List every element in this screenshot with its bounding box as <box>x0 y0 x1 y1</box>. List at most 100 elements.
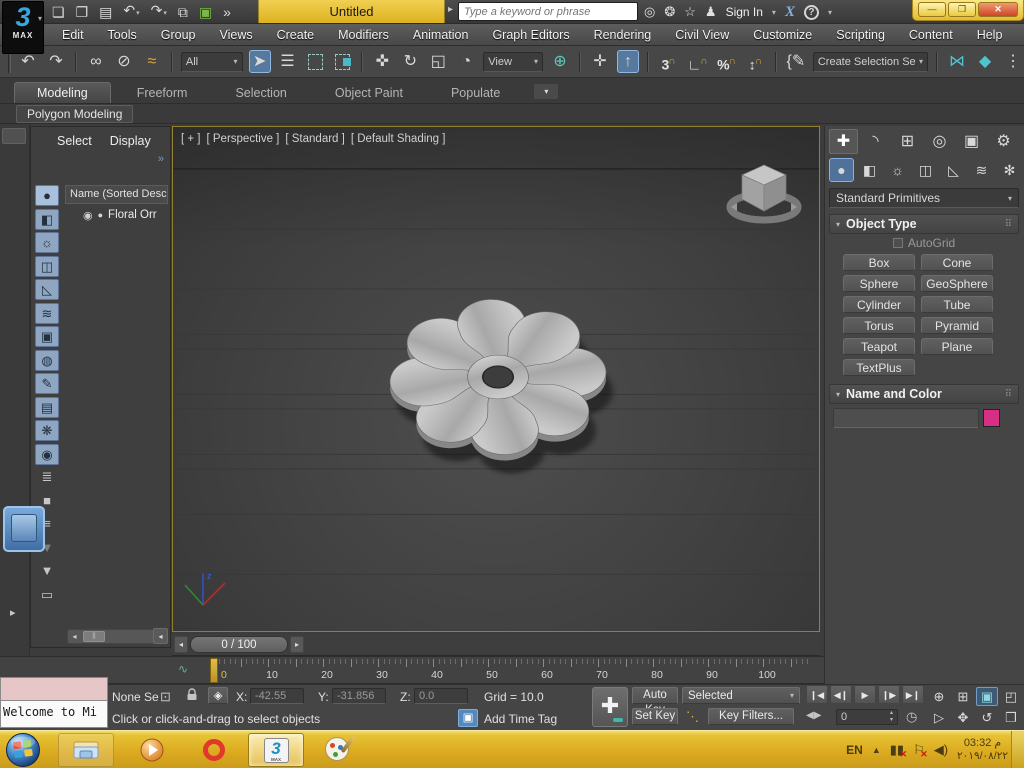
spinner-carets[interactable]: ▴ ▾ <box>886 709 897 725</box>
title-flyout-icon[interactable]: ▸ <box>448 4 453 15</box>
align-icon[interactable]: ◆ <box>974 50 996 73</box>
time-tag-cube-icon[interactable]: ▣ <box>458 709 478 727</box>
lights-category-icon[interactable]: ☼ <box>885 158 910 182</box>
display-containers-icon[interactable]: ▤ <box>35 396 59 418</box>
primitive-button-textplus[interactable]: TextPlus <box>843 359 915 376</box>
systems-category-icon[interactable]: ✻ <box>997 158 1022 182</box>
favorites-star-icon[interactable]: ☆ <box>684 4 696 20</box>
list-view-icon[interactable]: ≣ <box>35 467 59 487</box>
play-icon[interactable]: ▶ <box>854 685 876 704</box>
previous-frame-icon[interactable]: ◀❙ <box>830 685 852 704</box>
time-configuration-icon[interactable]: ◷ <box>906 709 917 725</box>
display-shapes-icon[interactable]: ◧ <box>35 208 59 230</box>
help-icon[interactable]: ? <box>803 4 819 20</box>
current-frame-marker[interactable] <box>210 658 218 683</box>
signin-caret-icon[interactable]: ▾ <box>772 8 776 17</box>
primitive-type-dropdown[interactable]: Standard Primitives ▾ <box>829 188 1019 208</box>
undo-icon-caret[interactable]: ▾ <box>136 10 140 17</box>
ribbon-tab-modeling[interactable]: Modeling <box>14 82 111 103</box>
keyboard-override-icon[interactable]: ↑ <box>616 50 640 73</box>
signin-label[interactable]: Sign In <box>726 5 763 19</box>
display-hidden-icon[interactable]: ◍ <box>35 349 59 371</box>
angle-snap-icon[interactable]: ∟∩ <box>686 50 709 73</box>
redo-icon[interactable]: ↷ <box>45 50 67 73</box>
menu-tools[interactable]: Tools <box>96 24 149 46</box>
name-color-rollout-header[interactable]: ▾ Name and Color ⠿ <box>829 384 1019 404</box>
unlink-selection-icon[interactable]: ⊘ <box>113 50 135 73</box>
viewport-menu-icon[interactable]: [ + ] <box>181 133 201 145</box>
new-scene-icon[interactable]: ❏ <box>52 1 65 23</box>
select-object-icon[interactable]: ➤ <box>248 50 271 73</box>
set-keys-button[interactable]: ✚ <box>592 687 628 727</box>
3dsmax-logo[interactable]: 3 MAX ▾ <box>2 1 44 54</box>
select-and-link-icon[interactable]: ∞ <box>85 50 107 73</box>
display-bones-icon[interactable]: ✎ <box>35 373 59 394</box>
track-bar[interactable]: ∿ 10 20 30 40 50 60 70 80 90 100 0 <box>0 656 824 684</box>
go-to-end-icon[interactable]: ▶❙ <box>902 685 924 704</box>
redo-icon-caret[interactable]: ▾ <box>163 10 167 17</box>
quick-access-overflow-icon[interactable]: » <box>223 1 231 23</box>
display-space-warps-icon[interactable]: ≋ <box>35 302 59 324</box>
primitive-button-sphere[interactable]: Sphere <box>843 275 915 292</box>
maximize-viewport-icon[interactable]: ❒ <box>1000 708 1022 727</box>
taskbar-clock[interactable]: 03:32 م ٢٠١٩/٠٨/٢٢ <box>957 737 1008 763</box>
manage-links-icon[interactable]: ⧉ <box>178 1 188 23</box>
taskbar-3dsmax-button[interactable]: 3 MAX <box>248 733 304 767</box>
next-frame-icon[interactable]: ❙▶ <box>878 685 900 704</box>
viewcube[interactable] <box>725 153 803 231</box>
geometry-category-icon[interactable]: ● <box>829 158 854 182</box>
select-and-manipulate-icon[interactable]: ✛ <box>589 50 611 73</box>
zoom-icon[interactable]: ⊕ <box>928 687 950 706</box>
object-color-swatch[interactable] <box>983 409 1000 427</box>
ribbon-tab-populate[interactable]: Populate <box>429 83 522 103</box>
exchange-store-icon[interactable]: X <box>785 4 795 21</box>
selection-lock-icon[interactable] <box>186 688 198 704</box>
display-particles-icon[interactable]: ❋ <box>35 420 59 441</box>
object-name-input[interactable] <box>833 408 979 428</box>
explorer-h-scrollbar[interactable]: ◂ ⫼ ▸ <box>67 629 165 644</box>
display-geometry-icon[interactable]: ● <box>35 185 59 206</box>
spinner-snap-icon[interactable]: ↕∩ <box>744 50 767 73</box>
primitive-button-cone[interactable]: Cone <box>921 254 993 271</box>
explorer-menu-select[interactable]: Select <box>57 134 92 148</box>
menu-customize[interactable]: Customize <box>741 24 824 46</box>
explorer-collapse-icon[interactable]: ◂ <box>153 628 168 644</box>
language-indicator[interactable]: EN <box>846 743 863 757</box>
polygon-modeling-panel[interactable]: Polygon Modeling <box>16 105 134 123</box>
ribbon-tab-selection[interactable]: Selection <box>213 83 308 103</box>
ribbon-caret-icon[interactable]: ▾ <box>534 84 559 99</box>
redo-icon[interactable]: ↷▾ <box>151 0 167 25</box>
start-button[interactable] <box>3 732 43 768</box>
spin-up-icon[interactable]: ▴ <box>886 710 897 717</box>
go-to-start-icon[interactable]: ❙◀ <box>806 685 828 704</box>
primitive-button-tube[interactable]: Tube <box>921 296 993 313</box>
search-binoculars-icon[interactable]: ◎ <box>644 4 655 20</box>
zoom-all-icon[interactable]: ⊞ <box>952 687 974 706</box>
toolbar-overflow-icon[interactable]: ⋮ <box>1002 50 1024 73</box>
selected-range-dropdown[interactable]: Selected ▾ <box>682 687 800 704</box>
create-tab-icon[interactable]: ✚ <box>829 129 858 154</box>
primitive-button-box[interactable]: Box <box>843 254 915 271</box>
menu-help[interactable]: Help <box>965 24 1015 46</box>
add-time-tag-label[interactable]: Add Time Tag <box>484 712 557 726</box>
scroll-thumb[interactable]: ⫼ <box>83 631 105 642</box>
explorer-overflow-icon[interactable]: » <box>158 153 164 165</box>
filter-icon[interactable]: ▼ <box>35 561 59 581</box>
dock-tab[interactable] <box>2 128 26 144</box>
next-key-arrows-icon[interactable]: ◀▶ <box>806 710 821 721</box>
taskbar-media-player-button[interactable] <box>124 733 180 767</box>
select-and-scale-icon[interactable]: ◱ <box>427 50 449 73</box>
ribbon-tab-freeform[interactable]: Freeform <box>115 83 210 103</box>
modify-tab-icon[interactable]: ◝ <box>861 129 890 154</box>
taskbar-opera-button[interactable] <box>186 733 242 767</box>
display-helpers-icon[interactable]: ◺ <box>35 279 59 300</box>
listener-output-field[interactable]: Welcome to Mi <box>0 701 108 728</box>
help-caret-icon[interactable]: ▾ <box>828 8 832 17</box>
set-key-button[interactable]: Set Key <box>632 708 678 725</box>
minimize-button[interactable]: — <box>918 2 946 17</box>
primitive-button-pyramid[interactable]: Pyramid <box>921 317 993 334</box>
primitive-button-plane[interactable]: Plane <box>921 338 993 355</box>
absolute-offset-mode-icon[interactable]: ◈ <box>208 687 228 704</box>
key-filters-button[interactable]: Key Filters... <box>708 708 794 725</box>
auto-key-button[interactable]: Auto Key <box>632 687 678 716</box>
